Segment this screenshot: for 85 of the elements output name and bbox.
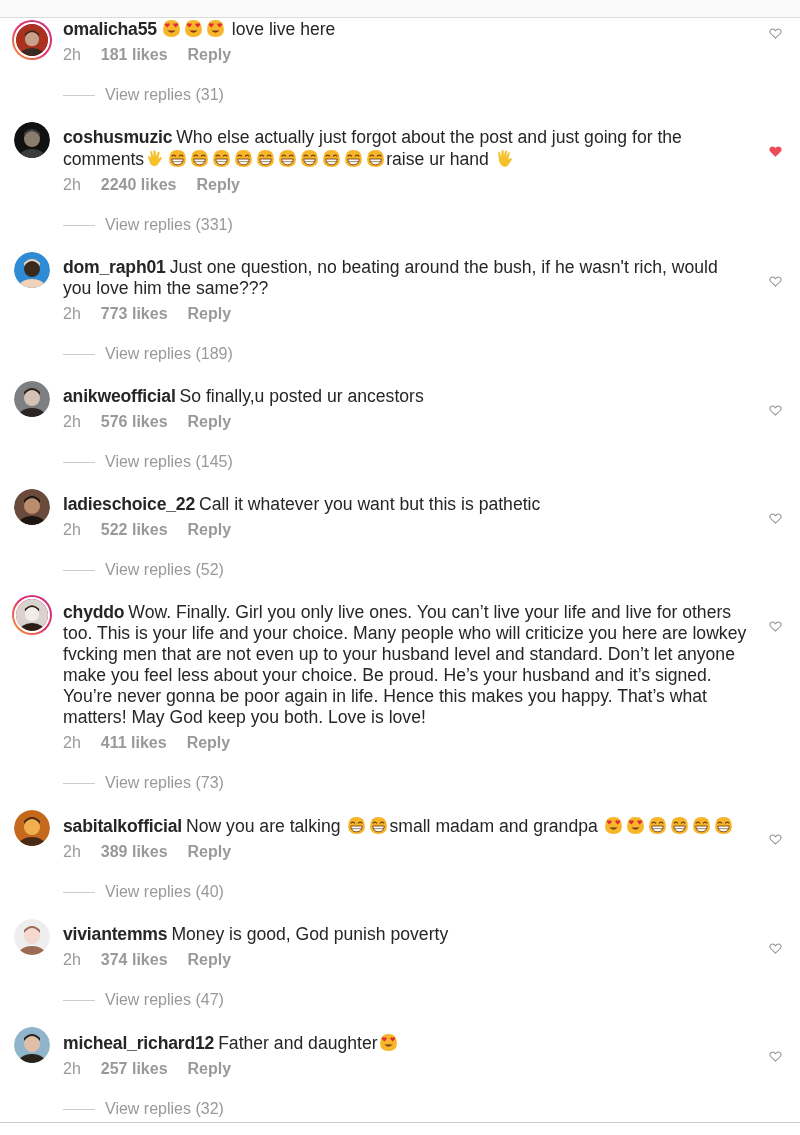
laughing-emoji-icon bbox=[298, 148, 320, 169]
laughing-emoji-icon bbox=[232, 148, 254, 169]
timestamp: 2h bbox=[63, 176, 81, 195]
reply-link[interactable]: Reply bbox=[187, 843, 232, 863]
like-heart-icon[interactable] bbox=[768, 28, 782, 39]
reply-link[interactable]: Reply bbox=[187, 46, 232, 66]
likes-count[interactable]: 257 likes bbox=[100, 1060, 168, 1080]
laughing-emoji-icon bbox=[713, 815, 735, 836]
timestamp: 2h bbox=[63, 734, 81, 753]
timestamp: 2h bbox=[63, 521, 81, 540]
comment-text: coshusmuzic Who else actually just forgot about the post and just going for the comments raise ur hand bbox=[63, 127, 683, 170]
username[interactable]: sabitalkofficial bbox=[63, 816, 183, 836]
comment-text: omalicha55 love live here bbox=[63, 18, 337, 40]
like-heart-icon[interactable] bbox=[768, 943, 782, 954]
heart-eyes-emoji-icon bbox=[161, 18, 183, 39]
heart-eyes-emoji-icon bbox=[625, 815, 647, 836]
username[interactable]: ladieschoice_22 bbox=[63, 494, 195, 514]
timestamp: 2h bbox=[63, 413, 81, 432]
like-heart-icon[interactable] bbox=[768, 146, 782, 157]
laughing-emoji-icon bbox=[188, 148, 210, 169]
likes-count[interactable]: 576 likes bbox=[100, 413, 168, 433]
timestamp: 2h bbox=[63, 46, 81, 65]
likes-count[interactable]: 181 likes bbox=[100, 46, 168, 66]
reply-link[interactable]: Reply bbox=[187, 305, 232, 325]
view-replies-link[interactable]: View replies (31) bbox=[105, 86, 224, 104]
view-replies-link[interactable]: View replies (189) bbox=[105, 345, 233, 363]
laughing-emoji-icon bbox=[691, 815, 713, 836]
laughing-emoji-icon bbox=[367, 815, 389, 836]
like-heart-icon[interactable] bbox=[768, 621, 782, 632]
likes-count[interactable]: 2240 likes bbox=[100, 176, 177, 196]
heart-eyes-emoji-icon bbox=[603, 815, 625, 836]
heart-eyes-emoji-icon bbox=[205, 18, 227, 39]
reply-link[interactable]: Reply bbox=[187, 521, 232, 541]
likes-count[interactable]: 389 likes bbox=[100, 843, 168, 863]
reply-link[interactable]: Reply bbox=[186, 734, 231, 754]
heart-eyes-emoji-icon bbox=[183, 18, 205, 39]
heart-eyes-emoji-icon bbox=[378, 1032, 400, 1053]
reply-link[interactable]: Reply bbox=[187, 1060, 232, 1080]
reply-link[interactable]: Reply bbox=[187, 413, 232, 433]
comment-text: viviantemms Money is good, God punish poverty bbox=[63, 924, 450, 945]
username[interactable]: dom_raph01 bbox=[63, 257, 166, 277]
timestamp: 2h bbox=[63, 951, 81, 970]
laughing-emoji-icon bbox=[276, 148, 298, 169]
comment-text: ladieschoice_22 Call it whatever you want but this is pathetic bbox=[63, 494, 542, 515]
view-replies-link[interactable]: View replies (52) bbox=[105, 561, 224, 579]
username[interactable]: micheal_richard12 bbox=[63, 1033, 215, 1053]
comment-text: chyddo Wow. Finally. Girl you only live ones. You can’t live your life and live for others too. This is your life and your choice. Many people who will criticize you here are lowkey fvcking men that are not even up to your husband level and standard. Don’t let anyone make you feel less about your choice. Be proud. He’s your husband and it’s signed. You’re never gonna be poor again in life. Hence this makes you happy. That’s what matters! May God keep you both. Love is love! bbox=[63, 602, 747, 728]
likes-count[interactable]: 773 likes bbox=[100, 305, 168, 325]
reply-link[interactable]: Reply bbox=[196, 176, 240, 196]
like-heart-icon[interactable] bbox=[768, 834, 782, 845]
like-heart-icon[interactable] bbox=[768, 1051, 782, 1062]
username[interactable]: omalicha55 bbox=[63, 19, 157, 39]
comment-text: anikweofficial So finally,u posted ur ancestors bbox=[63, 386, 425, 407]
comment-text: micheal_richard12 Father and daughter bbox=[63, 1032, 747, 1054]
comment-text: sabitalkofficial Now you are talking small madam and grandpa bbox=[63, 815, 747, 837]
laughing-emoji-icon bbox=[345, 815, 367, 836]
username[interactable]: anikweofficial bbox=[63, 386, 176, 406]
view-replies-link[interactable]: View replies (47) bbox=[105, 991, 224, 1009]
likes-count[interactable]: 522 likes bbox=[100, 521, 168, 541]
comment-text: dom_raph01 Just one question, no beating around the bush, if he wasn't rich, would you love him the same??? bbox=[63, 257, 719, 299]
view-replies-link[interactable]: View replies (40) bbox=[105, 883, 224, 901]
view-replies-link[interactable]: View replies (145) bbox=[105, 453, 233, 471]
likes-count[interactable]: 411 likes bbox=[100, 734, 167, 754]
username[interactable]: chyddo bbox=[63, 602, 125, 622]
timestamp: 2h bbox=[63, 1060, 81, 1079]
laughing-emoji-icon bbox=[320, 148, 342, 169]
laughing-emoji-icon bbox=[254, 148, 276, 169]
view-replies-link[interactable]: View replies (331) bbox=[105, 216, 233, 234]
like-heart-icon[interactable] bbox=[768, 276, 782, 287]
laughing-emoji-icon bbox=[364, 148, 386, 169]
view-replies-link[interactable]: View replies (73) bbox=[105, 774, 224, 792]
laughing-emoji-icon bbox=[342, 148, 364, 169]
laughing-emoji-icon bbox=[210, 148, 232, 169]
timestamp: 2h bbox=[63, 305, 81, 324]
laughing-emoji-icon bbox=[166, 148, 188, 169]
like-heart-icon[interactable] bbox=[768, 405, 782, 416]
laughing-emoji-icon bbox=[669, 815, 691, 836]
timestamp: 2h bbox=[63, 843, 81, 862]
username[interactable]: coshusmuzic bbox=[63, 127, 173, 147]
username[interactable]: viviantemms bbox=[63, 924, 168, 944]
likes-count[interactable]: 374 likes bbox=[100, 951, 168, 971]
laughing-emoji-icon bbox=[647, 815, 669, 836]
reply-link[interactable]: Reply bbox=[187, 951, 232, 971]
view-replies-link[interactable]: View replies (32) bbox=[105, 1100, 224, 1118]
like-heart-icon[interactable] bbox=[768, 513, 782, 524]
